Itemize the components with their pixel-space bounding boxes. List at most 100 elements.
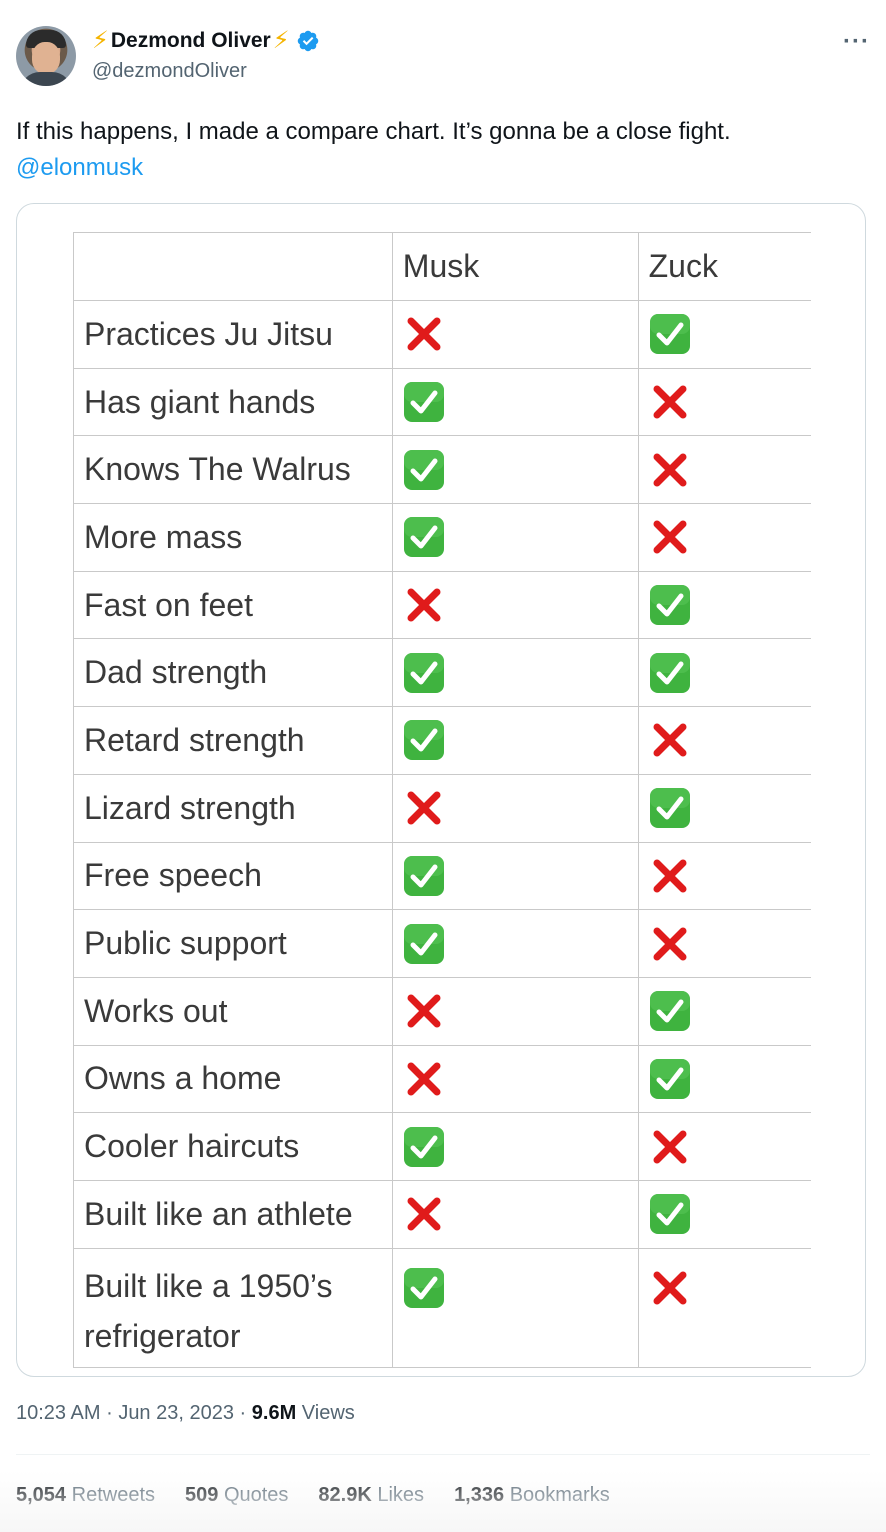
author-handle[interactable]: @dezmondOliver	[92, 60, 247, 83]
row-label: Built like a 1950’s refrigerator	[73, 1247, 393, 1368]
check-mark-icon	[403, 855, 445, 897]
musk-cell	[391, 706, 639, 775]
musk-cell	[391, 1044, 639, 1114]
zuck-cell	[637, 570, 811, 640]
cross-mark-icon	[649, 449, 691, 491]
table-row: Knows The Walrus	[73, 435, 811, 505]
tweet-header: ⚡ Dezmond Oliver ⚡ @dezmondOliver ···	[16, 26, 870, 86]
table-header-row: Musk Zuck	[73, 232, 811, 301]
verified-badge-icon[interactable]	[296, 29, 320, 53]
retweets-stat[interactable]: 5,054 Retweets	[16, 1484, 155, 1507]
zuck-cell	[637, 435, 811, 505]
zuck-cell	[637, 300, 811, 369]
table-row: More mass	[73, 503, 811, 572]
zuck-cell	[637, 1247, 811, 1368]
check-mark-icon	[649, 990, 691, 1032]
row-label: Practices Ju Jitsu	[73, 300, 393, 369]
tweet-meta: 10:23 AM · Jun 23, 2023 · 9.6M Views	[16, 1402, 355, 1425]
zuck-cell	[637, 1044, 811, 1114]
cross-mark-icon	[403, 584, 445, 626]
musk-cell	[391, 367, 639, 437]
check-mark-icon	[403, 381, 445, 423]
cross-mark-icon	[403, 990, 445, 1032]
cross-mark-icon	[403, 1058, 445, 1100]
author-display-name[interactable]: Dezmond Oliver	[111, 29, 271, 53]
check-mark-icon	[649, 652, 691, 694]
zuck-cell	[637, 503, 811, 572]
avatar-shirt	[20, 72, 72, 86]
check-mark-icon	[649, 584, 691, 626]
zuck-cell	[637, 841, 811, 911]
avatar[interactable]	[16, 26, 76, 86]
table-row: Dad strength	[73, 638, 811, 708]
row-label: Dad strength	[73, 638, 393, 708]
lightning-icon: ⚡	[92, 27, 109, 54]
table-row: Built like a 1950’s refrigerator	[73, 1247, 811, 1368]
check-mark-icon	[649, 313, 691, 355]
row-label: Fast on feet	[73, 570, 393, 640]
likes-count: 82.9K	[318, 1484, 372, 1506]
table-row: Free speech	[73, 841, 811, 911]
views-label: Views	[301, 1402, 355, 1424]
tweet-text: If this happens, I made a compare chart.…	[16, 114, 870, 186]
bookmarks-label: Bookmarks	[509, 1484, 610, 1506]
check-mark-icon	[649, 1193, 691, 1235]
retweets-count: 5,054	[16, 1484, 67, 1506]
musk-cell	[391, 773, 639, 843]
likes-stat[interactable]: 82.9K Likes	[318, 1484, 424, 1507]
mention-link[interactable]: @elonmusk	[16, 150, 870, 186]
quotes-label: Quotes	[223, 1484, 289, 1506]
row-label: Works out	[73, 976, 393, 1046]
row-label: More mass	[73, 503, 393, 572]
bookmarks-stat[interactable]: 1,336 Bookmarks	[454, 1484, 610, 1507]
meta-separator: ·	[106, 1402, 113, 1424]
compare-table: Musk Zuck Practices Ju Jitsu Has giant ha…	[73, 232, 811, 1368]
cross-mark-icon	[649, 923, 691, 965]
zuck-cell	[637, 706, 811, 775]
cross-mark-icon	[403, 787, 445, 829]
retweets-label: Retweets	[71, 1484, 155, 1506]
likes-label: Likes	[377, 1484, 425, 1506]
row-label: Cooler haircuts	[73, 1112, 393, 1181]
avatar-face	[32, 42, 60, 74]
zuck-cell	[637, 638, 811, 708]
tweet-date[interactable]: Jun 23, 2023	[118, 1402, 234, 1424]
tweet-time[interactable]: 10:23 AM	[16, 1402, 101, 1424]
quotes-count: 509	[185, 1484, 219, 1506]
header-cell-zuck: Zuck	[637, 232, 811, 301]
cross-mark-icon	[403, 1193, 445, 1235]
musk-cell	[391, 1112, 639, 1181]
musk-cell	[391, 1179, 639, 1249]
check-mark-icon	[403, 1126, 445, 1168]
row-label: Lizard strength	[73, 773, 393, 843]
zuck-cell	[637, 1112, 811, 1181]
cross-mark-icon	[649, 719, 691, 761]
cross-mark-icon	[403, 313, 445, 355]
table-row: Public support	[73, 909, 811, 978]
author-name-row[interactable]: ⚡ Dezmond Oliver ⚡	[92, 28, 320, 54]
lightning-icon: ⚡	[272, 27, 290, 54]
row-label: Retard strength	[73, 706, 393, 775]
row-label: Free speech	[73, 841, 393, 911]
row-label: Has giant hands	[73, 367, 393, 437]
views-count: 9.6M	[251, 1402, 297, 1424]
tweet-body: If this happens, I made a compare chart.…	[16, 118, 731, 145]
row-label: Owns a home	[73, 1044, 393, 1114]
zuck-cell	[637, 367, 811, 437]
cross-mark-icon	[649, 516, 691, 558]
quotes-stat[interactable]: 509 Quotes	[185, 1484, 288, 1507]
row-label: Public support	[73, 909, 393, 978]
table-row: Owns a home	[73, 1044, 811, 1114]
table-row: Fast on feet	[73, 570, 811, 640]
check-mark-icon	[403, 449, 445, 491]
meta-separator: ·	[239, 1402, 247, 1424]
cross-mark-icon	[649, 1267, 691, 1309]
more-options-icon[interactable]: ···	[843, 28, 870, 56]
row-label: Knows The Walrus	[73, 435, 393, 505]
bookmarks-count: 1,336	[454, 1484, 505, 1506]
header-cell-musk: Musk	[391, 232, 639, 301]
check-mark-icon	[403, 923, 445, 965]
tweet-image[interactable]: Musk Zuck Practices Ju Jitsu Has giant ha…	[16, 203, 866, 1377]
check-mark-icon	[649, 1058, 691, 1100]
cross-mark-icon	[649, 381, 691, 423]
